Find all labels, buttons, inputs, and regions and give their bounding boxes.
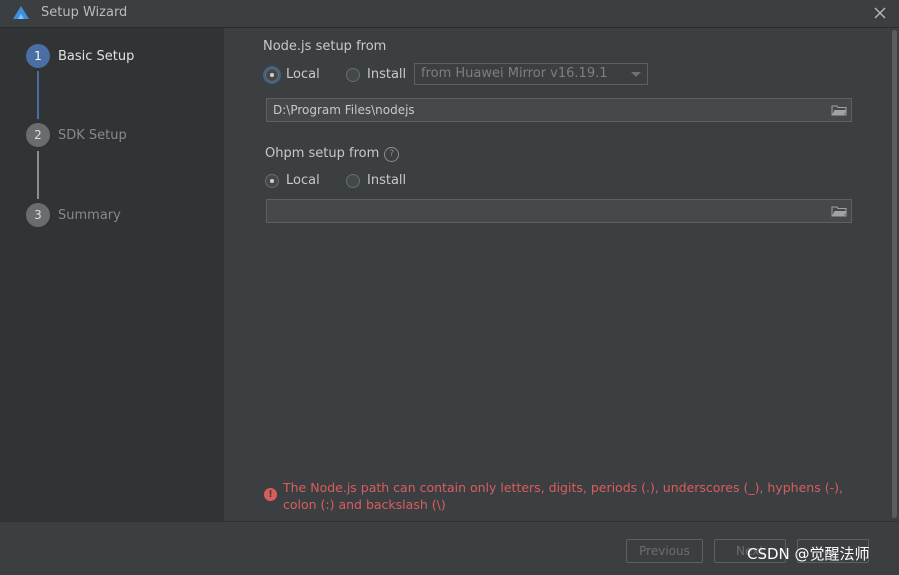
step-number: 3 (26, 203, 50, 227)
error-icon: ! (264, 488, 277, 501)
ohpm-local-radio[interactable] (265, 173, 279, 188)
nodejs-install-option[interactable]: Install (346, 67, 406, 82)
scrollbar-thumb[interactable] (892, 30, 897, 518)
step-label: Basic Setup (58, 48, 135, 64)
ohpm-title-text: Ohpm setup from (265, 146, 380, 161)
nodejs-section-title: Node.js setup from (263, 39, 387, 54)
main-content: Node.js setup from Local Install from Hu… (224, 28, 890, 521)
previous-button[interactable]: Previous (626, 539, 703, 563)
step-label: SDK Setup (58, 127, 127, 143)
nodejs-path-input[interactable] (273, 103, 813, 117)
step-connector (37, 151, 39, 199)
step-summary: 3 Summary (26, 203, 121, 227)
ohpm-install-label[interactable]: Install (367, 173, 406, 188)
ohpm-local-label[interactable]: Local (286, 173, 320, 188)
nodejs-local-label[interactable]: Local (286, 67, 320, 82)
error-message: The Node.js path can contain only letter… (283, 480, 843, 512)
folder-icon[interactable] (831, 205, 847, 217)
watermark: CSDN @觉醒法师 (747, 545, 870, 563)
step-sdk-setup: 2 SDK Setup (26, 123, 127, 147)
ohpm-install-option[interactable]: Install (346, 173, 406, 188)
nodejs-local-option[interactable]: Local (265, 67, 320, 82)
window-title: Setup Wizard (41, 5, 128, 20)
wizard-steps-sidebar: 1 Basic Setup 2 SDK Setup 3 Summary (0, 28, 224, 521)
step-label: Summary (58, 207, 121, 223)
ohpm-local-option[interactable]: Local (265, 173, 320, 188)
step-basic-setup: 1 Basic Setup (26, 44, 134, 68)
app-logo-icon (13, 6, 29, 19)
ohpm-section-title: Ohpm setup from? (265, 146, 400, 162)
ohpm-path-input[interactable] (273, 204, 813, 218)
ohpm-path-field[interactable] (266, 199, 852, 223)
folder-icon[interactable] (831, 104, 847, 116)
step-connector (37, 71, 39, 119)
nodejs-mirror-value: from Huawei Mirror v16.19.1 (421, 66, 608, 81)
nodejs-mirror-select[interactable]: from Huawei Mirror v16.19.1 (414, 63, 648, 85)
title-bar: Setup Wizard (0, 0, 899, 28)
step-number: 1 (26, 44, 50, 68)
chevron-down-icon (631, 72, 641, 77)
nodejs-local-radio[interactable] (265, 67, 279, 82)
nodejs-install-label[interactable]: Install (367, 67, 406, 82)
ohpm-install-radio[interactable] (346, 173, 360, 188)
step-number: 2 (26, 123, 50, 147)
help-icon[interactable]: ? (384, 147, 400, 162)
nodejs-install-radio[interactable] (346, 67, 360, 82)
close-icon[interactable] (871, 4, 889, 22)
nodejs-path-field[interactable] (266, 98, 852, 122)
